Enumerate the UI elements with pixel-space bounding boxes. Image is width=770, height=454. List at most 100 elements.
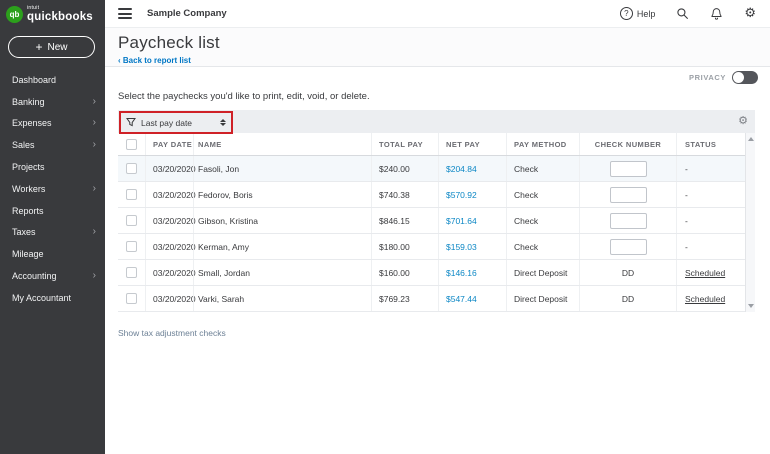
company-name: Sample Company: [147, 8, 227, 19]
net-pay-link[interactable]: $701.64: [446, 216, 477, 226]
pay-date-cell: 03/20/2020: [145, 156, 193, 181]
table-row[interactable]: 03/20/2020 Small, Jordan $160.00 $146.16…: [118, 260, 745, 286]
row-checkbox[interactable]: [126, 293, 137, 304]
status-scheduled-link[interactable]: Scheduled: [685, 268, 725, 278]
table-scrollbar[interactable]: [745, 133, 755, 312]
check-number-input[interactable]: [610, 187, 647, 203]
status-scheduled-link[interactable]: Scheduled: [685, 294, 725, 304]
column-header-status[interactable]: STATUS: [676, 133, 745, 155]
chevron-right-icon: ›: [93, 97, 96, 107]
net-pay-link[interactable]: $159.03: [446, 242, 477, 252]
table-row[interactable]: 03/20/2020 Varki, Sarah $769.23 $547.44 …: [118, 286, 745, 312]
column-header-name[interactable]: NAME: [193, 133, 371, 155]
sidebar-item-accounting[interactable]: Accounting›: [0, 265, 105, 287]
pay-date-cell: 03/20/2020: [145, 234, 193, 259]
filter-highlight-annotation: Last pay date: [119, 111, 233, 134]
name-cell: Gibson, Kristina: [193, 208, 371, 233]
sidebar-item-mileage[interactable]: Mileage: [0, 243, 105, 265]
net-pay-link[interactable]: $570.92: [446, 190, 477, 200]
row-checkbox[interactable]: [126, 241, 137, 252]
name-cell: Fedorov, Boris: [193, 182, 371, 207]
sidebar: qb intuit quickbooks + New Dashboard Ban…: [0, 0, 105, 454]
sidebar-item-dashboard[interactable]: Dashboard: [0, 69, 105, 91]
column-header-check-number[interactable]: CHECK NUMBER: [579, 133, 676, 155]
pay-method-cell: Direct Deposit: [506, 286, 579, 311]
table-settings-gear-icon[interactable]: ⚙: [738, 115, 748, 126]
pay-method-cell: Direct Deposit: [506, 260, 579, 285]
help-button[interactable]: Help: [620, 7, 656, 20]
new-button[interactable]: + New: [8, 36, 95, 58]
net-pay-link[interactable]: $146.16: [446, 268, 477, 278]
new-button-label: New: [48, 42, 68, 53]
back-to-report-list-link[interactable]: Back to report list: [118, 56, 191, 65]
name-cell: Kerman, Amy: [193, 234, 371, 259]
check-number-input[interactable]: [610, 213, 647, 229]
total-pay-cell: $160.00: [371, 260, 438, 285]
chevron-right-icon: ›: [93, 140, 96, 150]
pay-date-cell: 03/20/2020: [145, 260, 193, 285]
total-pay-cell: $180.00: [371, 234, 438, 259]
quickbooks-logo: qb intuit quickbooks: [0, 0, 105, 29]
settings-gear-icon[interactable]: ⚙: [744, 7, 756, 20]
table-row[interactable]: 03/20/2020 Gibson, Kristina $846.15 $701…: [118, 208, 745, 234]
chevron-right-icon: ›: [93, 118, 96, 128]
toggle-knob: [733, 72, 744, 83]
scroll-down-arrow-icon[interactable]: [748, 304, 754, 308]
total-pay-cell: $846.15: [371, 208, 438, 233]
table-toolbar: Last pay date ⚙: [118, 110, 755, 133]
sidebar-item-banking[interactable]: Banking›: [0, 91, 105, 113]
net-pay-link[interactable]: $547.44: [446, 294, 477, 304]
column-header-total-pay[interactable]: TOTAL PAY: [371, 133, 438, 155]
table-row[interactable]: 03/20/2020 Kerman, Amy $180.00 $159.03 C…: [118, 234, 745, 260]
privacy-label: PRIVACY: [689, 73, 726, 82]
pay-date-cell: 03/20/2020: [145, 182, 193, 207]
search-icon[interactable]: [676, 7, 689, 20]
chevron-right-icon: ›: [93, 227, 96, 237]
sidebar-item-projects[interactable]: Projects: [0, 156, 105, 178]
notifications-bell-icon[interactable]: [710, 7, 723, 20]
pay-date-filter-dropdown[interactable]: Last pay date: [126, 114, 226, 132]
check-number-input[interactable]: [610, 239, 647, 255]
sidebar-item-workers[interactable]: Workers›: [0, 178, 105, 200]
status-cell: -: [676, 156, 745, 181]
net-pay-link[interactable]: $204.84: [446, 164, 477, 174]
paycheck-table: Last pay date ⚙ PAY DATE NAME TOTAL PAY …: [118, 110, 755, 312]
total-pay-cell: $240.00: [371, 156, 438, 181]
check-number-input[interactable]: [610, 161, 647, 177]
table-row[interactable]: 03/20/2020 Fedorov, Boris $740.38 $570.9…: [118, 182, 745, 208]
privacy-toggle[interactable]: [732, 71, 758, 84]
menu-icon[interactable]: [118, 8, 132, 19]
check-number-cell: DD: [580, 294, 676, 304]
row-checkbox[interactable]: [126, 189, 137, 200]
scroll-up-arrow-icon[interactable]: [748, 137, 754, 141]
row-checkbox[interactable]: [126, 163, 137, 174]
show-tax-adjustment-checks-link[interactable]: Show tax adjustment checks: [118, 328, 226, 338]
pay-date-cell: 03/20/2020: [145, 208, 193, 233]
chevron-right-icon: ›: [93, 271, 96, 281]
table-header-row: PAY DATE NAME TOTAL PAY NET PAY PAY METH…: [118, 133, 745, 156]
sidebar-item-sales[interactable]: Sales›: [0, 134, 105, 156]
row-checkbox[interactable]: [126, 267, 137, 278]
quickbooks-wordmark: quickbooks: [27, 12, 93, 24]
column-header-pay-method[interactable]: PAY METHOD: [506, 133, 579, 155]
filter-funnel-icon: [126, 114, 136, 132]
page-header: Paycheck list Back to report list: [105, 28, 770, 67]
check-number-cell: DD: [580, 268, 676, 278]
column-header-pay-date[interactable]: PAY DATE: [145, 133, 193, 155]
table-row[interactable]: 03/20/2020 Fasoli, Jon $240.00 $204.84 C…: [118, 156, 745, 182]
sidebar-nav: Dashboard Banking› Expenses› Sales› Proj…: [0, 69, 105, 309]
sidebar-item-expenses[interactable]: Expenses›: [0, 113, 105, 135]
column-header-net-pay[interactable]: NET PAY: [438, 133, 506, 155]
name-cell: Fasoli, Jon: [193, 156, 371, 181]
sidebar-item-reports[interactable]: Reports: [0, 200, 105, 222]
status-cell: -: [676, 208, 745, 233]
name-cell: Small, Jordan: [193, 260, 371, 285]
sidebar-item-taxes[interactable]: Taxes›: [0, 222, 105, 244]
select-all-checkbox[interactable]: [126, 139, 137, 150]
total-pay-cell: $769.23: [371, 286, 438, 311]
row-checkbox[interactable]: [126, 215, 137, 226]
sidebar-item-my-accountant[interactable]: My Accountant: [0, 287, 105, 309]
privacy-control: PRIVACY: [689, 71, 758, 84]
plus-icon: +: [35, 41, 42, 53]
instruction-text: Select the paychecks you'd like to print…: [118, 91, 370, 102]
